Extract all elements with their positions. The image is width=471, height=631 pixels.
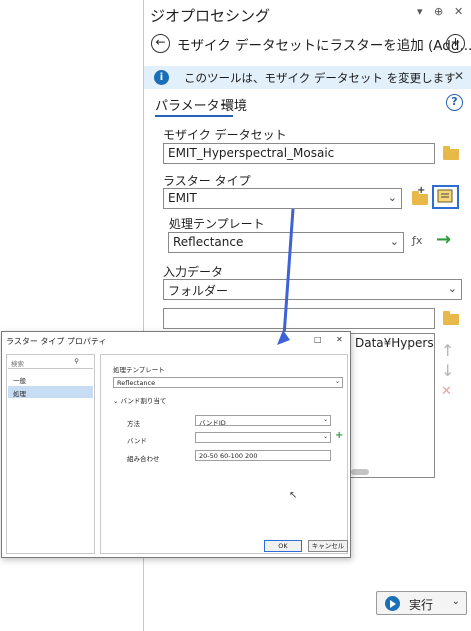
method-dropdown[interactable]: バンドID ⌄ bbox=[195, 415, 331, 427]
properties-icon bbox=[437, 189, 453, 203]
mosaic-dataset-field[interactable]: EMIT_Hyperspectral_Mosaic bbox=[163, 143, 435, 164]
back-circle-icon[interactable]: ← bbox=[151, 34, 170, 53]
mosaic-dataset-label: モザイク データセット bbox=[163, 128, 287, 142]
add-circle-icon[interactable]: + bbox=[446, 34, 465, 53]
band-assignment-section[interactable]: ⌄ バンド割り当て bbox=[113, 395, 166, 405]
ok-button[interactable]: OK bbox=[264, 540, 302, 552]
band-label: バンド bbox=[127, 437, 147, 445]
dialog-nav-list: 検索 ⚲ 一般 処理 bbox=[6, 354, 95, 554]
dialog-close-icon[interactable]: ✕ bbox=[336, 335, 343, 344]
chevron-down-icon: ⌄ bbox=[334, 378, 340, 385]
tab-environments[interactable]: 環境 bbox=[221, 95, 247, 114]
chevron-down-icon[interactable]: ⌄ bbox=[452, 596, 460, 607]
run-label: 実行 bbox=[409, 598, 434, 612]
cancel-button[interactable]: キャンセル bbox=[308, 540, 348, 552]
add-band-icon[interactable]: + bbox=[335, 430, 343, 441]
pane-menu-icon[interactable]: ▾ bbox=[417, 5, 423, 18]
raster-type-properties-dialog: ラスター タイプ プロパティ □ ✕ 検索 ⚲ 一般 処理 処理テンプレート Re… bbox=[1, 331, 351, 558]
raster-type-dropdown[interactable]: EMIT ⌄ bbox=[163, 188, 402, 209]
open-folder-icon[interactable] bbox=[443, 146, 459, 160]
chevron-down-icon: ⌄ bbox=[387, 191, 397, 204]
move-down-icon[interactable]: ↓ bbox=[441, 361, 454, 380]
remove-icon[interactable]: ✕ bbox=[441, 384, 452, 399]
raster-type-label: ラスター タイプ bbox=[163, 174, 251, 188]
chevron-down-icon: ⌄ bbox=[113, 397, 119, 405]
nav-item-processing[interactable]: 処理 bbox=[8, 386, 93, 398]
pane-close-icon[interactable]: ✕ bbox=[454, 5, 463, 18]
combination-label: 組み合わせ bbox=[127, 455, 160, 463]
info-banner: i このツールは、モザイク データセット を変更します ✕ bbox=[144, 66, 471, 89]
dlg-processing-template-label: 処理テンプレート bbox=[113, 366, 165, 374]
pane-title: ジオプロセシング bbox=[150, 7, 271, 25]
dialog-search-input[interactable]: 検索 ⚲ bbox=[8, 356, 93, 369]
method-label: 方法 bbox=[127, 420, 140, 428]
add-input-folder-icon[interactable] bbox=[443, 311, 459, 325]
band-dropdown[interactable]: ⌄ bbox=[195, 432, 331, 443]
plus-badge-icon: + bbox=[417, 185, 426, 196]
input-data-list[interactable]: Data¥Hypers bbox=[350, 333, 435, 478]
scrollbar-thumb[interactable] bbox=[351, 469, 369, 475]
raster-type-properties-button[interactable] bbox=[432, 185, 459, 209]
dlg-processing-template-dropdown[interactable]: Reflectance ⌄ bbox=[113, 377, 343, 388]
input-data-path-text: Data¥Hypers bbox=[355, 336, 434, 350]
chevron-down-icon: ⌄ bbox=[389, 235, 399, 248]
input-data-label: 入力データ bbox=[163, 265, 224, 279]
input-data-type-dropdown[interactable]: フォルダー ⌄ bbox=[163, 279, 462, 300]
run-play-icon bbox=[385, 596, 400, 611]
info-banner-text: このツールは、モザイク データセット を変更します bbox=[184, 71, 456, 85]
info-close-icon[interactable]: ✕ bbox=[454, 69, 464, 83]
input-data-path-field[interactable] bbox=[163, 308, 435, 329]
arrow-right-icon[interactable]: → bbox=[436, 229, 451, 250]
tool-header: ← モザイク データセットにラスターを追加 (Add... + bbox=[144, 31, 471, 57]
chevron-down-icon: ⌄ bbox=[322, 416, 328, 423]
help-icon[interactable]: ? bbox=[446, 94, 463, 111]
maximize-icon[interactable]: □ bbox=[314, 335, 322, 344]
chevron-down-icon: ⌄ bbox=[322, 433, 328, 440]
chevron-down-icon: ⌄ bbox=[447, 282, 457, 295]
run-button[interactable]: 実行 ⌄ bbox=[376, 591, 467, 615]
nav-item-general[interactable]: 一般 bbox=[8, 373, 93, 385]
processing-template-dropdown[interactable]: Reflectance ⌄ bbox=[168, 232, 404, 253]
move-up-icon[interactable]: ↑ bbox=[441, 341, 454, 360]
search-icon: ⚲ bbox=[74, 357, 79, 365]
combination-field[interactable]: 20-50 60-100 200 bbox=[195, 450, 331, 461]
dialog-title: ラスター タイプ プロパティ bbox=[6, 337, 107, 346]
tool-title: モザイク データセットにラスターを追加 (Add... bbox=[177, 38, 471, 54]
mouse-cursor-icon: ↖ bbox=[289, 490, 298, 501]
processing-template-label: 処理テンプレート bbox=[169, 217, 265, 231]
function-editor-icon[interactable]: ƒx bbox=[412, 234, 422, 247]
pane-pin-icon[interactable]: ⊕ bbox=[434, 5, 443, 18]
dialog-content: 処理テンプレート Reflectance ⌄ ⌄ バンド割り当て 方法 バンドID… bbox=[100, 354, 348, 554]
info-icon: i bbox=[154, 70, 169, 85]
